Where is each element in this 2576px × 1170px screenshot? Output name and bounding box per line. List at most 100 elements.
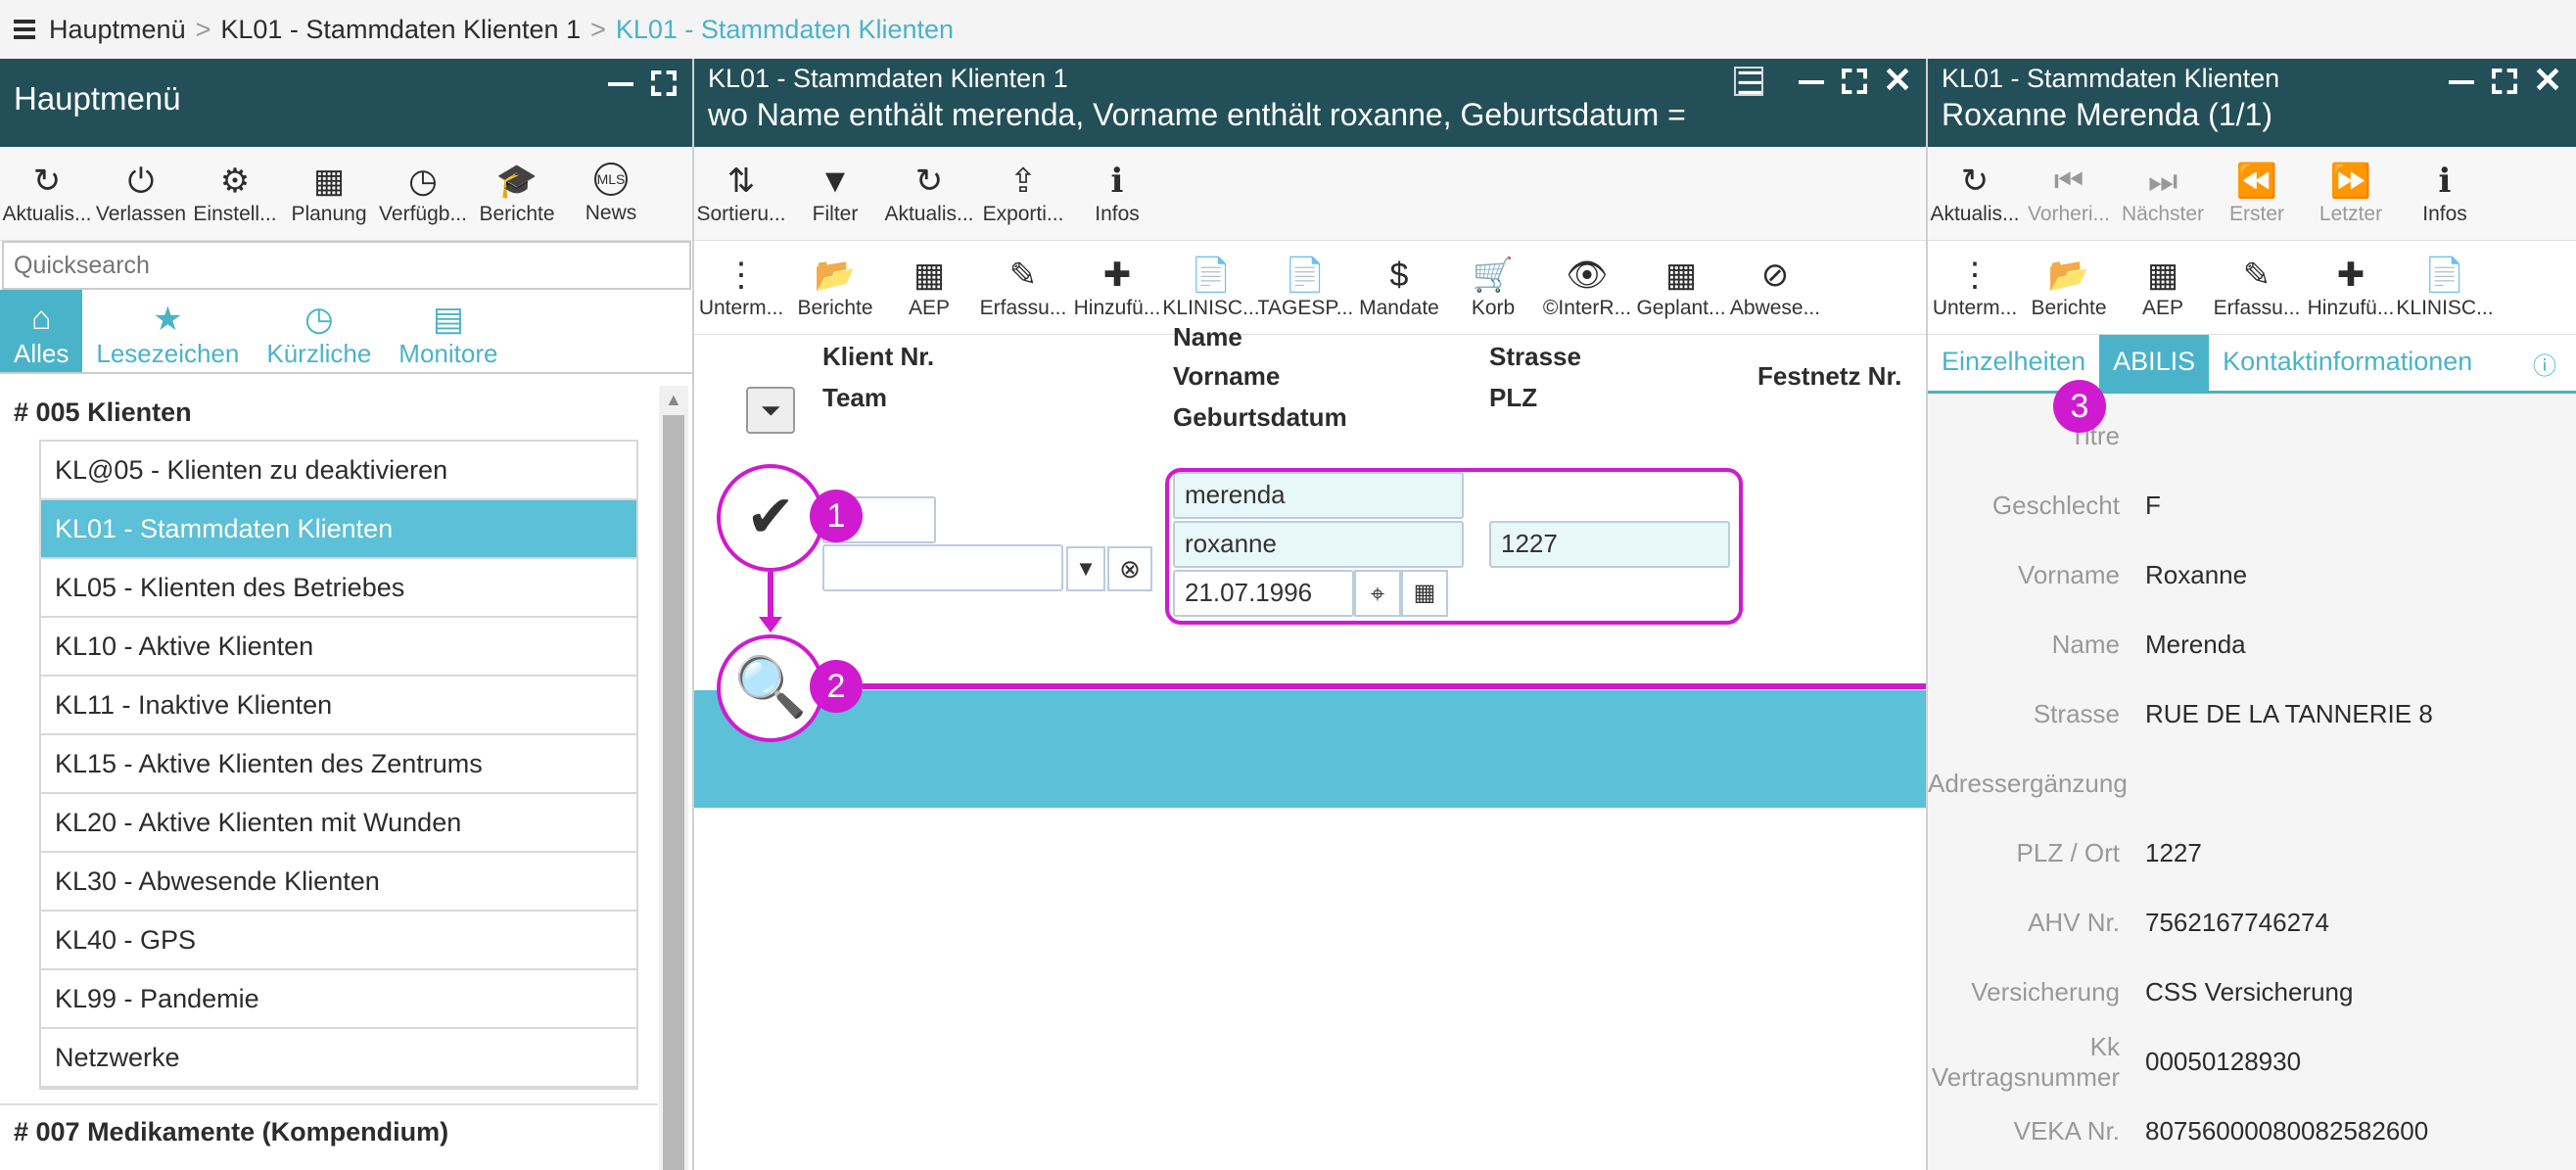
maximize-icon[interactable] xyxy=(649,69,679,98)
list-item[interactable]: KL@05 - Klienten zu deaktivieren xyxy=(41,442,636,500)
list-action-mandate-button[interactable]: $ Mandate xyxy=(1352,256,1446,320)
detail-action-aep-button[interactable]: ▦ AEP xyxy=(2116,256,2210,320)
quicksearch-input[interactable] xyxy=(2,241,691,290)
scroll-up-icon[interactable]: ▲ xyxy=(665,390,682,410)
apply-filter-check-icon[interactable]: ✔ xyxy=(717,464,824,572)
list-action-tagesp-button[interactable]: 📄 TAGESP... xyxy=(1258,256,1352,320)
list-aktualis-button[interactable]: ↻ Aktualis... xyxy=(882,162,976,226)
list-action-klinisc-button[interactable]: 📄 KLINISC... xyxy=(1164,256,1258,320)
toolbar-label: Unterm... xyxy=(1932,296,2018,319)
list-action-geplant-button[interactable]: ▦ Geplant... xyxy=(1634,256,1728,320)
field-value: Roxanne xyxy=(2145,560,2248,589)
detail-action-klinisc-button[interactable]: 📄 KLINISC... xyxy=(2398,256,2492,320)
list-item[interactable]: KL10 - Aktive Klienten xyxy=(41,618,636,677)
list-action-hinzuf-button[interactable]: ✚ Hinzufü... xyxy=(1070,256,1164,320)
list-action-erfassu-button[interactable]: ✎ Erfassu... xyxy=(976,256,1070,320)
breadcrumb-item-kl01-1[interactable]: KL01 - Stammdaten Klienten 1 xyxy=(220,15,581,45)
list-view-icon[interactable]: ☰ xyxy=(1734,67,1764,99)
toolbar-label: Abwese... xyxy=(1729,296,1821,319)
tab-k-rzliche[interactable]: ◷ Kürzliche xyxy=(253,290,385,372)
menu-items: KL@05 - Klienten zu deaktivieren KL01 - S… xyxy=(39,440,638,1090)
list-infos-button[interactable]: ℹ Infos xyxy=(1070,162,1164,226)
detail-action-unterm-button[interactable]: ⋮ Unterm... xyxy=(1928,256,2022,320)
list-item[interactable]: KL01 - Stammdaten Klienten xyxy=(41,500,636,559)
list-item[interactable]: KL20 - Aktive Klienten mit Wunden xyxy=(41,794,636,853)
tab-lesezeichen[interactable]: ★ Lesezeichen xyxy=(82,290,253,372)
scrollbar[interactable]: ▲ xyxy=(659,386,688,1170)
main-menu-planung-button[interactable]: ▦ Planung xyxy=(282,162,376,226)
hamburger-menu-icon[interactable] xyxy=(14,20,35,39)
clear-icon[interactable]: ⊗ xyxy=(1107,546,1152,591)
main-menu-aktualis-button[interactable]: ↻ Aktualis... xyxy=(0,162,94,226)
detail-vorheri-button[interactable]: ⏮ Vorheri... xyxy=(2022,162,2116,226)
scrollbar-thumb[interactable] xyxy=(663,415,684,1170)
detail-action-berichte-button[interactable]: 📂 Berichte xyxy=(2022,256,2116,320)
col-geburtsdatum[interactable]: Geburtsdatum xyxy=(1173,397,1347,438)
col-strasse[interactable]: Strasse xyxy=(1489,336,1581,377)
close-icon[interactable]: ✕ xyxy=(2533,63,2562,98)
annotation-arrow xyxy=(768,572,773,621)
list-item[interactable]: KL40 - GPS xyxy=(41,912,636,970)
tab-kontaktinformationen[interactable]: Kontaktinformationen xyxy=(2209,335,2486,391)
field-value: F xyxy=(2145,491,2161,520)
breadcrumb-item-hauptmenu[interactable]: Hauptmenü xyxy=(49,15,186,45)
main-menu-verf-gb-button[interactable]: ◷ Verfügb... xyxy=(376,162,470,226)
col-team[interactable]: Team xyxy=(822,377,887,418)
list-filter-button[interactable]: ▼ Filter xyxy=(788,162,882,226)
list-action-korb-button[interactable]: 🛒 Korb xyxy=(1446,256,1540,320)
search-icon[interactable]: 🔍 xyxy=(717,634,824,742)
group-header[interactable]: # 007 Medikamente (Kompendium) xyxy=(0,1103,658,1159)
chevron-down-icon[interactable]: ▼ xyxy=(1066,546,1105,591)
toolbar-label: Berichte xyxy=(797,296,873,319)
close-icon[interactable]: ✕ xyxy=(1883,63,1912,98)
detail-erster-button[interactable]: ⏪ Erster xyxy=(2210,162,2304,226)
minimize-icon[interactable] xyxy=(2447,67,2476,96)
infos-icon: ℹ xyxy=(2438,162,2452,200)
field-strasse: Strasse RUE DE LA TANNERIE 8 xyxy=(1928,679,2576,749)
list-action-unterm-button[interactable]: ⋮ Unterm... xyxy=(694,256,788,320)
col-plz[interactable]: PLZ xyxy=(1489,377,1537,418)
list-item[interactable]: KL15 - Aktive Klienten des Zentrums xyxy=(41,735,636,794)
list-action-abwese-button[interactable]: ⊘ Abwese... xyxy=(1728,256,1822,320)
field-value: Merenda xyxy=(2145,630,2246,659)
filter-toggle-icon[interactable]: ⏷ xyxy=(746,387,795,434)
list-exporti-button[interactable]: ⇪ Exporti... xyxy=(976,162,1070,226)
tab-monitore[interactable]: ▤ Monitore xyxy=(385,290,511,372)
detail-n-chster-button[interactable]: ⏭ Nächster xyxy=(2116,162,2210,226)
filter-highlight xyxy=(1165,468,1743,625)
result-row[interactable] xyxy=(694,690,1926,808)
main-menu-verlassen-button[interactable]: ⏻ Verlassen xyxy=(94,162,188,226)
list-action-interr-button[interactable]: 👁 ©InterR... xyxy=(1540,256,1634,320)
main-menu-news-button[interactable]: MLS News xyxy=(564,162,658,225)
col-festnetz[interactable]: Festnetz Nr. xyxy=(1757,355,1901,397)
detail-letzter-button[interactable]: ⏩ Letzter xyxy=(2304,162,2398,226)
minimize-icon[interactable] xyxy=(606,69,635,98)
main-menu-berichte-button[interactable]: 🎓 Berichte xyxy=(470,162,564,226)
team-filter-select[interactable] xyxy=(822,544,1063,591)
list-item[interactable]: Netzwerke xyxy=(41,1029,636,1088)
main-menu-einstell-button[interactable]: ⚙ Einstell... xyxy=(188,162,282,226)
list-sortieru-button[interactable]: ⇅ Sortieru... xyxy=(694,162,788,226)
detail-action-hinzuf-button[interactable]: ✚ Hinzufü... xyxy=(2304,256,2398,320)
list-item[interactable]: KL11 - Inaktive Klienten xyxy=(41,677,636,735)
list-item[interactable]: KL99 - Pandemie xyxy=(41,970,636,1029)
minimize-icon[interactable] xyxy=(1797,67,1826,96)
info-icon[interactable]: ⓘ xyxy=(2519,335,2576,391)
col-vorname[interactable]: Vorname xyxy=(1173,355,1280,397)
maximize-icon[interactable] xyxy=(2490,67,2519,96)
tab-abilis[interactable]: ABILIS xyxy=(2099,335,2210,391)
field-vorname: Vorname Roxanne xyxy=(1928,540,2576,610)
list-item[interactable]: KL30 - Abwesende Klienten xyxy=(41,853,636,912)
hinzuf-icon: ✚ xyxy=(1102,256,1132,294)
group-header[interactable]: # 005 Klienten xyxy=(0,386,658,440)
list-action-berichte-button[interactable]: 📂 Berichte xyxy=(788,256,882,320)
detail-aktualis-button[interactable]: ↻ Aktualis... xyxy=(1928,162,2022,226)
col-klient-nr[interactable]: Klient Nr. xyxy=(822,336,934,377)
list-item[interactable]: KL05 - Klienten des Betriebes xyxy=(41,559,636,618)
detail-action-erfassu-button[interactable]: ✎ Erfassu... xyxy=(2210,256,2304,320)
detail-infos-button[interactable]: ℹ Infos xyxy=(2398,162,2492,226)
list-action-aep-button[interactable]: ▦ AEP xyxy=(882,256,976,320)
col-name[interactable]: Name xyxy=(1173,316,1242,357)
tab-alles[interactable]: ⌂ Alles xyxy=(0,290,83,372)
maximize-icon[interactable] xyxy=(1840,67,1869,96)
